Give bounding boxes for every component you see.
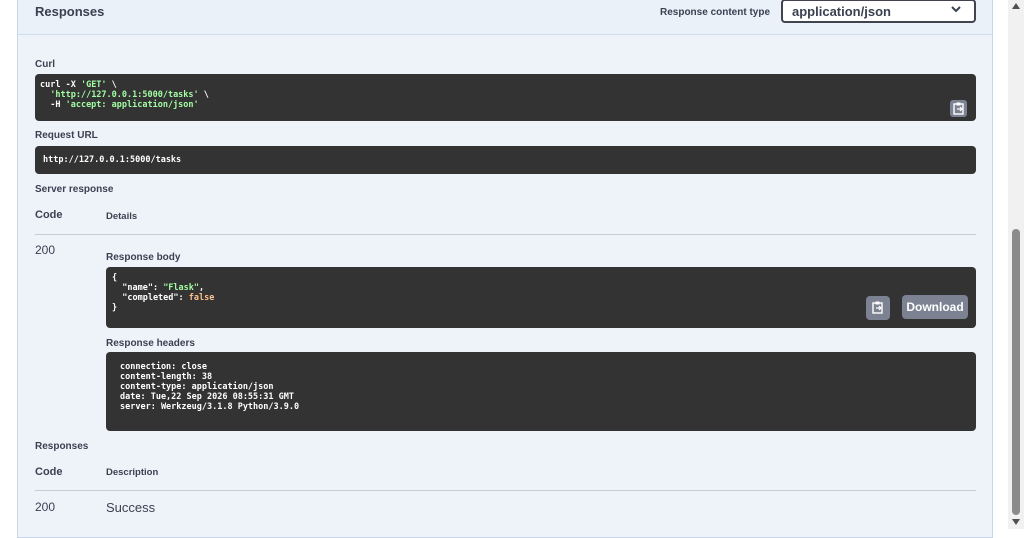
header-line: content-type: application/json — [120, 382, 274, 392]
copy-curl-button[interactable] — [950, 100, 967, 117]
responses-label: Responses — [35, 441, 89, 452]
scroll-down-arrow-icon[interactable] — [1012, 519, 1020, 525]
curl-label: Curl — [35, 59, 55, 70]
scroll-up-arrow-icon[interactable] — [1012, 3, 1020, 9]
content-type-select[interactable]: application/json — [781, 0, 976, 23]
curl-code-block: curl -X 'GET' \ 'http://127.0.0.1:5000/t… — [35, 74, 976, 121]
header-line: date: Tue,22 Sep 2026 08:55:31 GMT — [120, 392, 294, 402]
request-url-block: http://127.0.0.1:5000/tasks — [35, 146, 976, 174]
content-type-label: Response content type — [660, 7, 771, 18]
response-row-description: Success — [106, 500, 156, 515]
header-line: server: Werkzeug/3.1.8 Python/3.9.0 — [120, 402, 300, 412]
scroll-thumb[interactable] — [1012, 229, 1020, 515]
curl-line: 'http://127.0.0.1:5000/tasks' \ — [50, 90, 209, 100]
header-line: connection: close — [120, 362, 207, 372]
clipboard-icon — [872, 301, 883, 314]
response-headers-label: Response headers — [106, 338, 195, 349]
json-line: { — [112, 273, 118, 283]
json-line: } — [112, 303, 118, 313]
request-url-value: http://127.0.0.1:5000/tasks — [43, 155, 182, 165]
divider — [35, 234, 976, 235]
divider — [35, 490, 976, 491]
page-scrollbar[interactable] — [1008, 0, 1024, 529]
server-col-details: Details — [106, 211, 138, 222]
download-button[interactable]: Download — [902, 295, 968, 319]
header-line: content-length: 38 — [120, 372, 213, 382]
status-code: 200 — [35, 243, 56, 257]
curl-line: -H 'accept: application/json' — [40, 100, 199, 110]
responses-col-description: Description — [106, 467, 159, 478]
json-line: "name": "Flask", — [112, 283, 205, 293]
clipboard-icon — [953, 102, 964, 115]
curl-line: curl -X 'GET' \ — [40, 80, 117, 90]
response-headers-block: connection: close content-length: 38 con… — [106, 352, 976, 431]
responses-title: Responses — [35, 4, 105, 19]
response-body-label: Response body — [106, 252, 181, 263]
server-response-label: Server response — [35, 184, 114, 195]
responses-col-code: Code — [35, 466, 63, 478]
json-line: "completed": false — [112, 293, 215, 303]
server-col-code: Code — [35, 209, 63, 221]
chevron-down-icon — [951, 6, 961, 13]
content-type-value: application/json — [792, 4, 891, 19]
request-url-label: Request URL — [35, 130, 98, 141]
response-row-code: 200 — [35, 500, 56, 514]
responses-header: Responses Response content type applicat… — [18, 0, 992, 35]
copy-response-button[interactable] — [866, 296, 890, 320]
response-body-block: { "name": "Flask", "completed": false } — [106, 267, 976, 328]
